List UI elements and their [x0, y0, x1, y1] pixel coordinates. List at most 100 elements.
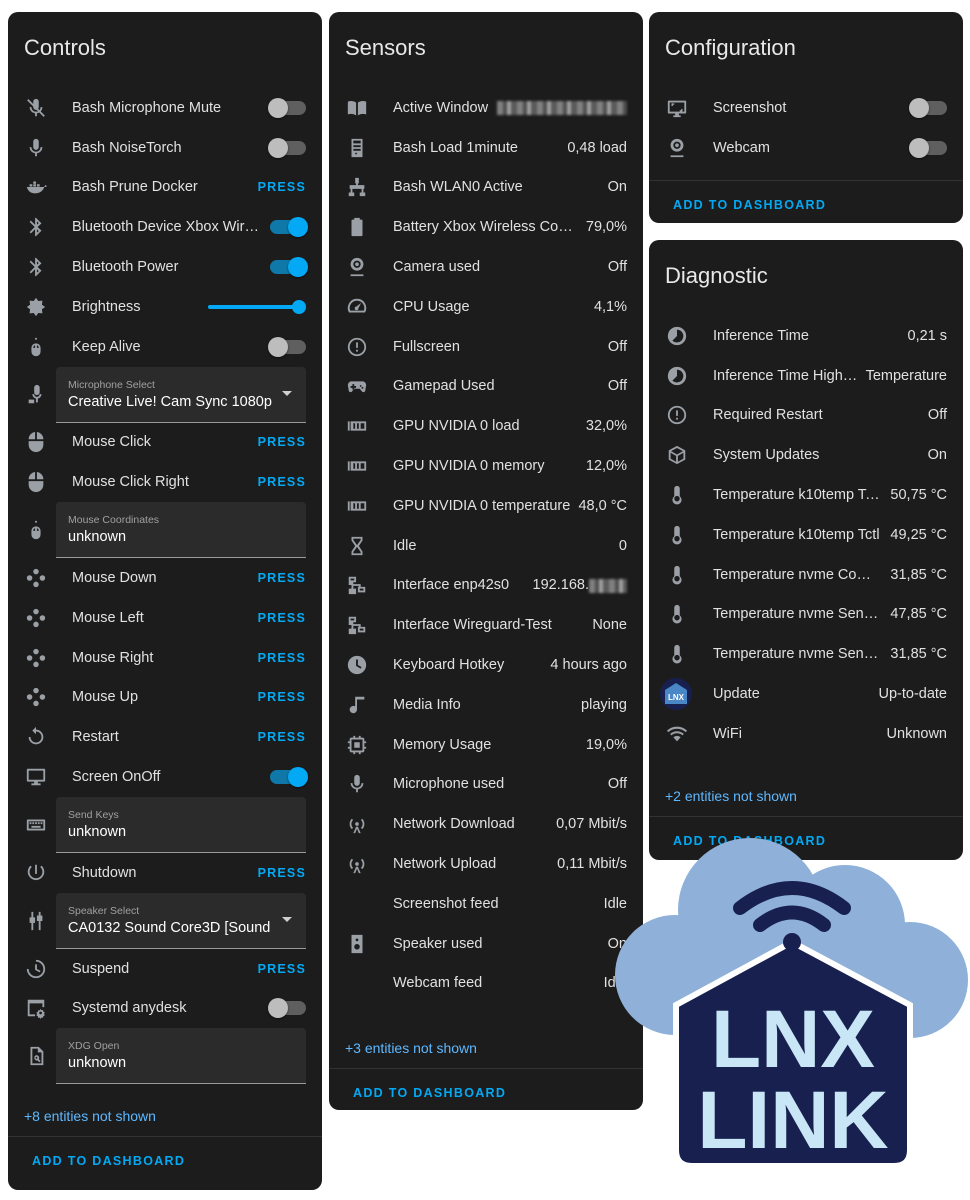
press-button[interactable]: PRESS	[258, 651, 306, 665]
entity-row[interactable]: Mouse Left PRESS	[8, 598, 322, 638]
entity-row[interactable]: Systemd anydesk	[8, 989, 322, 1029]
select-field[interactable]: Speaker Select CA0132 Sound Core3D [Sound	[56, 892, 306, 949]
text-field[interactable]: Send Keys unknown	[56, 796, 306, 853]
entity-row[interactable]: Memory Usage 19,0%	[329, 725, 643, 765]
entity-row[interactable]: Screen OnOff	[8, 757, 322, 797]
entity-value: 47,85 °C	[890, 606, 947, 622]
press-button[interactable]: PRESS	[258, 571, 306, 585]
entity-row[interactable]: Interface enp42s0 192.168.	[329, 566, 643, 606]
entity-row[interactable]: Speaker used On	[329, 924, 643, 964]
entity-row[interactable]: Brightness	[8, 287, 322, 327]
entity-row[interactable]: Gamepad Used Off	[329, 367, 643, 407]
entity-row[interactable]: GPU NVIDIA 0 memory 12,0%	[329, 446, 643, 486]
toggle-switch[interactable]	[909, 137, 947, 158]
entity-value: 79,0%	[586, 219, 627, 235]
entity-row[interactable]: GPU NVIDIA 0 load 32,0%	[329, 406, 643, 446]
entity-row[interactable]: Keep Alive	[8, 327, 322, 367]
entity-row[interactable]: Bash Microphone Mute	[8, 88, 322, 128]
entity-row[interactable]: Bash Prune Docker PRESS	[8, 168, 322, 208]
press-button[interactable]: PRESS	[258, 475, 306, 489]
entity-row[interactable]: Microphone used Off	[329, 765, 643, 805]
entity-row[interactable]: Screenshot feed Idle	[329, 884, 643, 924]
toggle-switch[interactable]	[268, 97, 306, 118]
toggle-switch[interactable]	[268, 336, 306, 357]
entity-row[interactable]: Shutdown PRESS	[8, 853, 322, 893]
add-to-dashboard-button[interactable]: ADD TO DASHBOARD	[32, 1154, 185, 1168]
entity-row[interactable]: Network Download 0,07 Mbit/s	[329, 804, 643, 844]
entity-row[interactable]: Mouse Right PRESS	[8, 638, 322, 678]
entity-row[interactable]: CPU Usage 4,1%	[329, 287, 643, 327]
toggle-switch[interactable]	[909, 97, 947, 118]
toggle-switch[interactable]	[270, 767, 308, 788]
entity-row[interactable]: Keyboard Hotkey 4 hours ago	[329, 645, 643, 685]
entity-row[interactable]: Suspend PRESS	[8, 949, 322, 989]
entity-row[interactable]: System Updates On	[649, 435, 963, 475]
entity-row[interactable]: Bluetooth Power	[8, 247, 322, 287]
press-button[interactable]: PRESS	[258, 962, 306, 976]
entity-row[interactable]: Screenshot	[649, 88, 963, 128]
more-entities-link[interactable]: +2 entities not shown	[649, 776, 963, 816]
text-field[interactable]: XDG Open unknown	[56, 1028, 306, 1085]
press-button[interactable]: PRESS	[258, 730, 306, 744]
entity-row[interactable]: Temperature k10temp Tc… 50,75 °C	[649, 475, 963, 515]
text-field[interactable]: Mouse Coordinates unknown	[56, 502, 306, 559]
press-button[interactable]: PRESS	[258, 690, 306, 704]
entity-row[interactable]: LNX Update Up-to-date	[649, 674, 963, 714]
entity-row[interactable]: Temperature nvme Senso… 47,85 °C	[649, 595, 963, 635]
entity-row[interactable]: Temperature nvme Comp… 31,85 °C	[649, 555, 963, 595]
blurred-value	[497, 101, 627, 116]
toggle-switch[interactable]	[270, 217, 308, 238]
toggle-switch[interactable]	[268, 998, 306, 1019]
entity-row[interactable]: Battery Xbox Wireless Contr… 79,0%	[329, 207, 643, 247]
footer: ADD TO DASHBOARD	[329, 1068, 643, 1110]
antenna-icon	[345, 812, 369, 836]
more-entities-link[interactable]: +8 entities not shown	[8, 1096, 322, 1136]
entity-row[interactable]: Camera used Off	[329, 247, 643, 287]
brightness-slider[interactable]	[208, 299, 306, 314]
entity-row[interactable]: Idle 0	[329, 526, 643, 566]
field-value: unknown	[68, 1055, 127, 1072]
press-button[interactable]: PRESS	[258, 435, 306, 449]
press-button[interactable]: PRESS	[258, 866, 306, 880]
microphone-off-icon	[24, 96, 48, 120]
add-to-dashboard-button[interactable]: ADD TO DASHBOARD	[353, 1086, 506, 1100]
entity-row[interactable]: Temperature k10temp Tctl 49,25 °C	[649, 515, 963, 555]
add-to-dashboard-button[interactable]: ADD TO DASHBOARD	[673, 198, 826, 212]
chevron-down-icon[interactable]	[282, 916, 292, 922]
slider-thumb[interactable]	[292, 299, 306, 314]
toggle-switch[interactable]	[268, 137, 306, 158]
entity-row[interactable]: GPU NVIDIA 0 temperature 48,0 °C	[329, 486, 643, 526]
toggle-switch[interactable]	[270, 257, 308, 278]
press-button[interactable]: PRESS	[258, 611, 306, 625]
entity-row[interactable]: Inference Time 0,21 s	[649, 316, 963, 356]
entity-row[interactable]: Media Info playing	[329, 685, 643, 725]
select-field[interactable]: Microphone Select Creative Live! Cam Sync…	[56, 366, 306, 423]
entity-row[interactable]: Fullscreen Off	[329, 327, 643, 367]
entity-row[interactable]: Webcam feed Idle	[329, 964, 643, 1004]
entity-row[interactable]: Mouse Click PRESS	[8, 423, 322, 463]
entity-value-text: 0	[618, 537, 627, 554]
monitor-icon	[24, 765, 48, 789]
entity-row[interactable]: Restart PRESS	[8, 717, 322, 757]
entity-row[interactable]: Mouse Up PRESS	[8, 678, 322, 718]
entity-row[interactable]: Inference Time Highe… Temperature	[649, 356, 963, 396]
press-button[interactable]: PRESS	[258, 180, 306, 194]
entity-row[interactable]: WiFi Unknown	[649, 714, 963, 754]
entity-row[interactable]: Temperature nvme Senso… 31,85 °C	[649, 634, 963, 674]
speaker-select-icon	[24, 909, 48, 933]
entity-row[interactable]: Mouse Click Right PRESS	[8, 462, 322, 502]
chevron-down-icon[interactable]	[282, 390, 292, 396]
entity-row[interactable]: Active Window	[329, 88, 643, 128]
entity-row[interactable]: Webcam	[649, 128, 963, 168]
more-entities-link[interactable]: +3 entities not shown	[329, 1028, 643, 1068]
entity-row[interactable]: Bluetooth Device Xbox Wir…	[8, 207, 322, 247]
entity-row[interactable]: Bash WLAN0 Active On	[329, 168, 643, 208]
entity-row[interactable]: Network Upload 0,11 Mbit/s	[329, 844, 643, 884]
card-title: Configuration	[665, 35, 796, 60]
entity-row[interactable]: Bash NoiseTorch	[8, 128, 322, 168]
entity-row[interactable]: Mouse Down PRESS	[8, 558, 322, 598]
entity-row[interactable]: Required Restart Off	[649, 396, 963, 436]
entity-row[interactable]: Interface Wireguard-Test None	[329, 605, 643, 645]
entity-name: Bash Load 1minute	[393, 139, 518, 156]
entity-row[interactable]: Bash Load 1minute 0,48 load	[329, 128, 643, 168]
